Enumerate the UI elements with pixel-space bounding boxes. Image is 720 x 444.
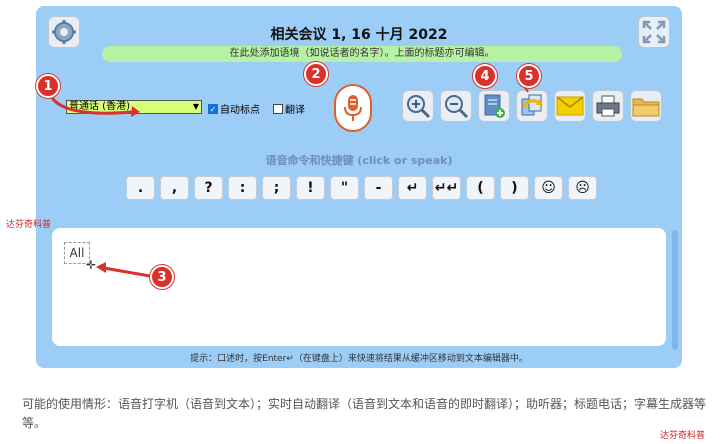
auto-punctuation-checkbox[interactable]: ✓ 自动标点 [208,101,260,116]
fullscreen-button[interactable] [638,16,670,48]
tip-text: 提示：口述时，按Enter↵（在键盘上）来快速将结果从缓冲区移动到文本编辑器中。 [190,354,528,364]
copy-button[interactable] [516,90,548,122]
command-key[interactable]: ( [466,176,495,200]
copy-arrow-icon [521,94,543,116]
command-key[interactable]: : [228,176,257,200]
command-key[interactable]: ↵ [398,176,427,200]
new-document-icon [484,94,505,118]
gear-icon [52,20,76,44]
folder-icon [632,98,660,117]
callout-4: 4 [473,64,497,88]
translate-label: 翻译 [285,105,305,116]
command-key[interactable]: ☺ [534,176,563,200]
translate-checkbox[interactable]: 翻译 [273,101,305,116]
dictation-panel: 相关会议 1, 16 十月 2022 在此处添加语境（如说话者的名字）。上面的标… [36,6,682,368]
print-button[interactable] [592,90,624,122]
zoom-out-button[interactable] [440,90,472,122]
checkbox-unchecked-icon [273,103,283,114]
zoom-out-icon [445,95,469,119]
move-cursor-icon: ✛ [86,258,97,272]
email-button[interactable] [554,90,586,122]
auto-punctuation-label: 自动标点 [220,105,260,116]
commands-title: 语音命令和快捷键 (click or speak) [265,154,453,167]
microphone-icon [344,95,362,121]
command-keys: .,?:;! " - ↵ ↵↵() ☺ ☹ [126,176,597,200]
session-title[interactable]: 相关会议 1, 16 十月 2022 [36,24,682,44]
zoom-in-icon [407,95,431,119]
command-key[interactable]: - [364,176,393,200]
usage-description: 可能的使用情形：语音打字机（语音到文本）；实时自动翻译（语音到文本和语音的即时翻… [22,397,707,430]
callout-1: 1 [36,74,60,98]
command-key[interactable]: , [160,176,189,200]
microphone-button[interactable] [334,84,372,132]
command-key[interactable]: ) [500,176,529,200]
command-key[interactable]: ☹ [568,176,597,200]
watermark-left: 达芬奇科普 [6,220,52,230]
watermark-right: 达芬奇科普 [660,431,706,441]
new-document-button[interactable] [478,90,510,122]
callout-3: 3 [150,265,174,289]
printer-icon [596,95,620,117]
open-folder-button[interactable] [630,90,662,122]
editor-scrollbar[interactable] [672,230,678,350]
language-select-value: 普通话 (香港) [69,101,130,112]
command-key[interactable]: ? [194,176,223,200]
chevron-down-icon: ▼ [192,102,199,111]
callout-2: 2 [304,62,328,86]
expand-icon [642,20,666,44]
command-key[interactable]: " [330,176,359,200]
envelope-icon [556,96,584,116]
checkbox-checked-icon: ✓ [208,103,218,114]
context-input[interactable]: 在此处添加语境（如说话者的名字）。上面的标题亦可编辑。 [102,46,622,62]
text-editor[interactable]: All ✛ [52,228,666,346]
command-key[interactable]: ↵↵ [432,176,461,200]
callout-5: 5 [517,64,541,88]
language-select[interactable]: 普通话 (香港) ▼ [66,100,202,114]
command-key[interactable]: ; [262,176,291,200]
command-key[interactable]: ! [296,176,325,200]
command-key[interactable]: . [126,176,155,200]
zoom-in-button[interactable] [402,90,434,122]
settings-button[interactable] [48,16,80,48]
